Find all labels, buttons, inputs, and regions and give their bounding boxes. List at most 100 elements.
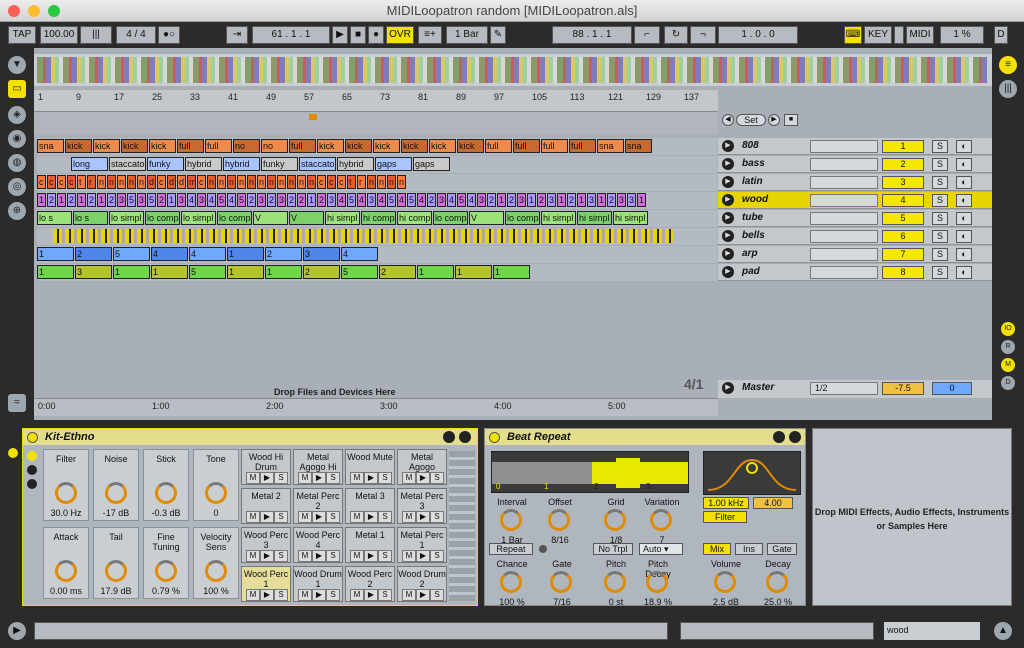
clip[interactable]: n [247,175,256,189]
track-activator[interactable]: 7 [882,248,924,261]
loop-switch-icon[interactable]: ↻ [664,26,688,44]
clip[interactable]: 1 [417,265,454,279]
macro-knob[interactable] [55,482,77,504]
track-activator[interactable]: 8 [882,266,924,279]
track-arm-icon[interactable]: ◐ [956,194,972,207]
clip[interactable]: 3 [303,247,340,261]
pad-mute-button[interactable]: M [350,589,364,601]
clip[interactable]: lo s [73,211,108,225]
clip[interactable]: 5 [347,193,356,207]
pad-solo-button[interactable]: S [274,550,288,562]
macro-attack[interactable]: Attack 0.00 ms [43,527,89,599]
clip[interactable]: lo comp [145,211,180,225]
clip[interactable]: 1 [497,193,506,207]
pad-solo-button[interactable]: S [430,589,444,601]
clip[interactable]: 1 [151,265,188,279]
macro-tone[interactable]: Tone 0 [193,449,239,521]
clip[interactable]: 2 [247,193,256,207]
in-out-toggle[interactable]: IO [1001,322,1015,336]
drum-pad[interactable]: Metal Perc 3 M ▶ S [397,488,447,524]
track-solo-button[interactable]: S [932,212,948,225]
clip[interactable]: n [137,175,146,189]
lane-wood[interactable]: 1212121235352134345452323221234543454542… [37,192,717,209]
macro-velocity-sens[interactable]: Velocity Sens 100 % [193,527,239,599]
pad-preview-button[interactable]: ▶ [364,511,378,523]
track-arm-icon[interactable]: ◐ [956,140,972,153]
pad-mute-button[interactable]: M [350,550,364,562]
track-solo-button[interactable]: S [932,194,948,207]
clip[interactable]: kick [345,139,372,153]
clip[interactable]: n [367,175,376,189]
clip[interactable]: n [117,175,126,189]
clip[interactable]: 4 [397,193,406,207]
pad-solo-button[interactable]: S [326,550,340,562]
clip[interactable]: t [77,175,86,189]
clip[interactable]: hybrid [223,157,260,171]
clip[interactable]: staccato [299,157,336,171]
clip[interactable]: c [67,175,76,189]
clip[interactable]: 3 [617,193,626,207]
clip[interactable]: 1 [37,193,46,207]
clip[interactable]: kick [401,139,428,153]
kit-hotswap-icon[interactable] [443,431,455,443]
position-field[interactable]: 61 . 1 . 1 [252,26,330,44]
clip[interactable]: 4 [151,247,188,261]
pad-mute-button[interactable]: M [350,472,364,484]
drum-pad[interactable]: Metal Agogo M ▶ S [397,449,447,485]
clip[interactable]: 1 [493,265,530,279]
track-activator[interactable]: 4 [882,194,924,207]
repeat-button[interactable]: Repeat [489,543,533,555]
clip[interactable]: lo simpl [181,211,216,225]
clip[interactable]: 2 [507,193,516,207]
track-arm-icon[interactable]: ◐ [956,176,972,189]
clip[interactable]: V [289,211,324,225]
clip[interactable]: hybrid [185,157,222,171]
pad-preview-button[interactable]: ▶ [416,589,430,601]
clip[interactable]: 1 [455,265,492,279]
drop-effects-area[interactable]: Drop MIDI Effects, Audio Effects, Instru… [812,428,1012,606]
drum-pad[interactable]: Metal 2 M ▶ S [241,488,291,524]
clip[interactable]: 4 [377,193,386,207]
clip[interactable]: 1 [37,247,74,261]
pad-preview-button[interactable]: ▶ [260,472,274,484]
pad-solo-button[interactable]: S [274,511,288,523]
drum-pad[interactable]: Wood Hi Drum M ▶ S [241,449,291,485]
clip[interactable]: 1 [307,193,316,207]
clip[interactable]: 3 [137,193,146,207]
beat-param-knob[interactable] [646,571,668,593]
pad-mute-button[interactable]: M [402,511,416,523]
clip[interactable]: 2 [287,193,296,207]
clip[interactable]: 2 [487,193,496,207]
category-plugins-icon[interactable]: ◈ [8,106,26,124]
clip[interactable]: c [157,175,166,189]
punch-out-icon[interactable]: ¬ [690,26,716,44]
clip[interactable]: kick [121,139,148,153]
macro-knob[interactable] [105,560,127,582]
clip[interactable]: no [233,139,260,153]
stop-icon[interactable]: ■ [350,26,366,44]
clip[interactable]: 5 [407,193,416,207]
clip[interactable]: c [47,175,56,189]
clip[interactable]: gaps [413,157,450,171]
time-ruler[interactable]: 0:00 1:00 2:00 3:00 4:00 5:00 [34,398,718,416]
clip[interactable]: r [357,175,366,189]
clip[interactable]: n [387,175,396,189]
beat-param-knob[interactable] [500,509,522,531]
close-window-icon[interactable] [8,5,20,17]
clip[interactable]: lo comp [505,211,540,225]
category-places-icon[interactable]: ⊕ [8,202,26,220]
track-clip-slot[interactable] [810,158,878,171]
track-play-icon[interactable]: ▶ [722,266,734,278]
track-activator[interactable]: 2 [882,158,924,171]
clip[interactable]: kick [65,139,92,153]
midi-map-button[interactable]: MIDI [906,26,934,44]
tap-button[interactable]: TAP [8,26,36,44]
beat-interval-control[interactable]: Interval 1 Bar [489,497,535,547]
track-solo-button[interactable]: S [932,158,948,171]
pad-mute-button[interactable]: M [402,472,416,484]
pad-preview-button[interactable]: ▶ [416,511,430,523]
clip[interactable]: 4 [417,193,426,207]
overdub-button[interactable]: OVR [386,26,414,44]
clip[interactable]: 3 [627,193,636,207]
track-solo-button[interactable]: S [932,248,948,261]
